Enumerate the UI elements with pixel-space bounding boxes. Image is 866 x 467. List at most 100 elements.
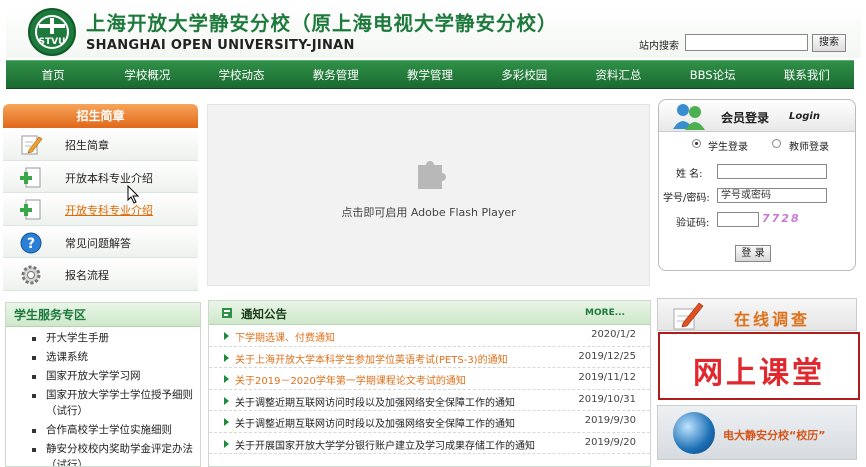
- logo-text: STVU: [38, 37, 66, 47]
- student-login-label: 学生登录: [708, 142, 748, 153]
- help-icon: ?: [20, 232, 42, 253]
- edit-icon: [21, 135, 43, 155]
- nav-news[interactable]: 学校动态: [194, 61, 288, 88]
- admissions-item-brochure[interactable]: 招生简章: [3, 128, 198, 161]
- document-add-icon: [20, 199, 41, 220]
- page: STVU 上海开放大学静安分校（原上海电视大学静安分校） SHANGHAI OP…: [0, 0, 866, 467]
- search-button[interactable]: 搜索: [812, 34, 846, 52]
- notices-title: 通知公告: [241, 307, 287, 321]
- list-item[interactable]: 选课系统: [31, 349, 200, 365]
- notice-title-link[interactable]: 关于调整近期互联网访问时段以及加强网络安全保障工作的通知: [235, 415, 515, 430]
- online-classroom-label: 网上课堂: [693, 356, 825, 391]
- notice-date: 2019/10/31: [578, 393, 636, 405]
- mouse-cursor-icon: [127, 185, 140, 204]
- bullet-icon: [224, 353, 229, 362]
- online-survey-banner[interactable]: 在线调查: [657, 298, 857, 331]
- login-button[interactable]: 登 录: [735, 245, 771, 262]
- admissions-item-label: 招生简章: [65, 139, 109, 152]
- notices-panel: 通知公告 MORE... 下学期选课、付费通知 2020/1/2 关于上海开放大学本…: [208, 300, 651, 467]
- notice-title-link[interactable]: 关于调整近期互联网访问时段以及加强网络安全保障工作的通知: [235, 394, 515, 409]
- nav-campus[interactable]: 多彩校园: [477, 61, 571, 88]
- admissions-item-faq[interactable]: ? 常见问题解答: [3, 225, 198, 258]
- id-password-field[interactable]: 学号或密码: [717, 188, 827, 203]
- online-classroom-banner[interactable]: 网上课堂: [658, 332, 860, 400]
- nav-resources[interactable]: 资料汇总: [571, 61, 665, 88]
- bullet-icon: [224, 418, 229, 426]
- admissions-item-label: 报名流程: [65, 269, 109, 282]
- gear-icon: [21, 265, 41, 285]
- school-logo[interactable]: STVU: [28, 8, 76, 56]
- login-header: 会员登录 Login: [659, 100, 855, 132]
- globe-icon: [673, 412, 715, 454]
- nav-academic-affairs[interactable]: 教务管理: [289, 61, 383, 88]
- admissions-item-process[interactable]: 报名流程: [3, 258, 198, 291]
- list-item[interactable]: 国家开放大学学士学位授予细则（试行）: [31, 387, 200, 419]
- users-icon: [673, 104, 705, 130]
- notices-header: 通知公告 MORE...: [209, 301, 650, 325]
- teacher-login-label: 教师登录: [789, 142, 829, 153]
- school-calendar-banner[interactable]: 电大静安分校“校历”: [657, 405, 857, 460]
- notice-title-link[interactable]: 下学期选课、付费通知: [235, 329, 335, 344]
- notice-date: 2019/9/30: [584, 415, 636, 426]
- search-input[interactable]: [685, 34, 808, 51]
- notice-icon: [222, 308, 232, 318]
- online-survey-label: 在线调查: [734, 310, 811, 329]
- notice-title-link[interactable]: 关于上海开放大学本科学生参加学位英语考试(PETS-3)的通知: [235, 351, 508, 366]
- main-nav: 首页 学校概况 学校动态 教务管理 教学管理 多彩校园 资料汇总 BBS论坛 联…: [6, 60, 854, 89]
- bullet-icon: [224, 375, 229, 383]
- admissions-item-associate[interactable]: 开放专科专业介绍: [3, 185, 198, 226]
- notice-date: 2019/11/12: [578, 372, 636, 383]
- name-field-label: 姓 名:: [676, 169, 703, 180]
- bullet-icon: [224, 396, 229, 405]
- name-field[interactable]: [717, 164, 827, 179]
- list-item[interactable]: 静安分校校内奖助学金评定办法（试行）: [31, 441, 200, 466]
- admissions-panel: 招生简章 招生简章 开放本科专业介绍 开放专科专业介绍 ? 常见问题解答 报名流…: [3, 104, 198, 292]
- logo-bar-vertical: [50, 18, 54, 34]
- admissions-item-label: 常见问题解答: [65, 236, 131, 250]
- list-item[interactable]: 合作高校学士学位实施细则: [31, 422, 200, 438]
- site-header: STVU 上海开放大学静安分校（原上海电视大学静安分校） SHANGHAI OP…: [6, 3, 861, 58]
- plugin-puzzle-icon: [418, 161, 446, 189]
- site-subtitle: SHANGHAI OPEN UNIVERSITY-JINAN: [86, 38, 355, 53]
- list-item[interactable]: 国家开放大学学习网: [31, 368, 200, 384]
- pencil-paper-icon: [673, 302, 704, 330]
- notice-title-link[interactable]: 关于2019－2020学年第一学期课程论文考试的通知: [235, 372, 466, 387]
- teacher-login-radio[interactable]: [772, 139, 781, 148]
- captcha-image[interactable]: 7728: [762, 212, 801, 225]
- student-services-panel: 学生服务专区 开大学生手册 选课系统 国家开放大学学习网 国家开放大学学士学位授…: [5, 302, 201, 467]
- svg-text:?: ?: [27, 236, 35, 252]
- nav-about[interactable]: 学校概况: [100, 61, 194, 88]
- captcha-label: 验证码:: [676, 218, 710, 229]
- student-login-radio[interactable]: [692, 139, 701, 148]
- nav-bbs[interactable]: BBS论坛: [666, 61, 760, 88]
- admissions-item-label: 开放本科专业介绍: [65, 171, 153, 185]
- student-services-title: 学生服务专区: [6, 303, 200, 327]
- school-calendar-label: 电大静安分校“校历”: [723, 429, 826, 442]
- id-password-label: 学号/密码:: [663, 193, 710, 204]
- notice-title-link[interactable]: 关于开展国家开放大学学分银行账户建立及学习成果存储工作的通知: [235, 437, 535, 452]
- table-row[interactable]: 下学期选课、付费通知 2020/1/2: [209, 325, 650, 347]
- notice-date: 2019/9/20: [584, 436, 636, 448]
- nav-contact[interactable]: 联系我们: [760, 61, 854, 88]
- login-title: 会员登录: [721, 111, 770, 125]
- notice-date: 2020/1/2: [591, 329, 636, 340]
- notice-date: 2019/12/25: [578, 350, 636, 362]
- table-row[interactable]: 关于调整近期互联网访问时段以及加强网络安全保障工作的通知 2019/9/30: [209, 411, 650, 433]
- flash-placeholder[interactable]: 点击即可启用 Adobe Flash Player: [207, 104, 650, 286]
- table-row[interactable]: 关于开展国家开放大学学分银行账户建立及学习成果存储工作的通知 2019/9/20: [209, 433, 650, 454]
- nav-home[interactable]: 首页: [6, 61, 100, 88]
- nav-teaching[interactable]: 教学管理: [383, 61, 477, 88]
- admissions-title: 招生简章: [3, 104, 198, 128]
- bullet-icon: [224, 439, 229, 448]
- bullet-icon: [224, 332, 229, 340]
- student-services-list: 开大学生手册 选课系统 国家开放大学学习网 国家开放大学学士学位授予细则（试行）…: [6, 327, 200, 466]
- admissions-item-undergrad[interactable]: 开放本科专业介绍: [3, 160, 198, 193]
- table-row[interactable]: 关于上海开放大学本科学生参加学位英语考试(PETS-3)的通知 2019/12/2…: [209, 347, 650, 368]
- table-row[interactable]: 关于调整近期互联网访问时段以及加强网络安全保障工作的通知 2019/10/31: [209, 390, 650, 411]
- list-item[interactable]: 开大学生手册: [31, 330, 200, 346]
- table-row[interactable]: 关于2019－2020学年第一学期课程论文考试的通知 2019/11/12: [209, 368, 650, 390]
- captcha-field[interactable]: [717, 212, 759, 227]
- notices-more-link[interactable]: MORE...: [585, 308, 625, 318]
- notices-list: 下学期选课、付费通知 2020/1/2 关于上海开放大学本科学生参加学位英语考试(P…: [209, 325, 650, 454]
- document-add-icon: [20, 167, 41, 187]
